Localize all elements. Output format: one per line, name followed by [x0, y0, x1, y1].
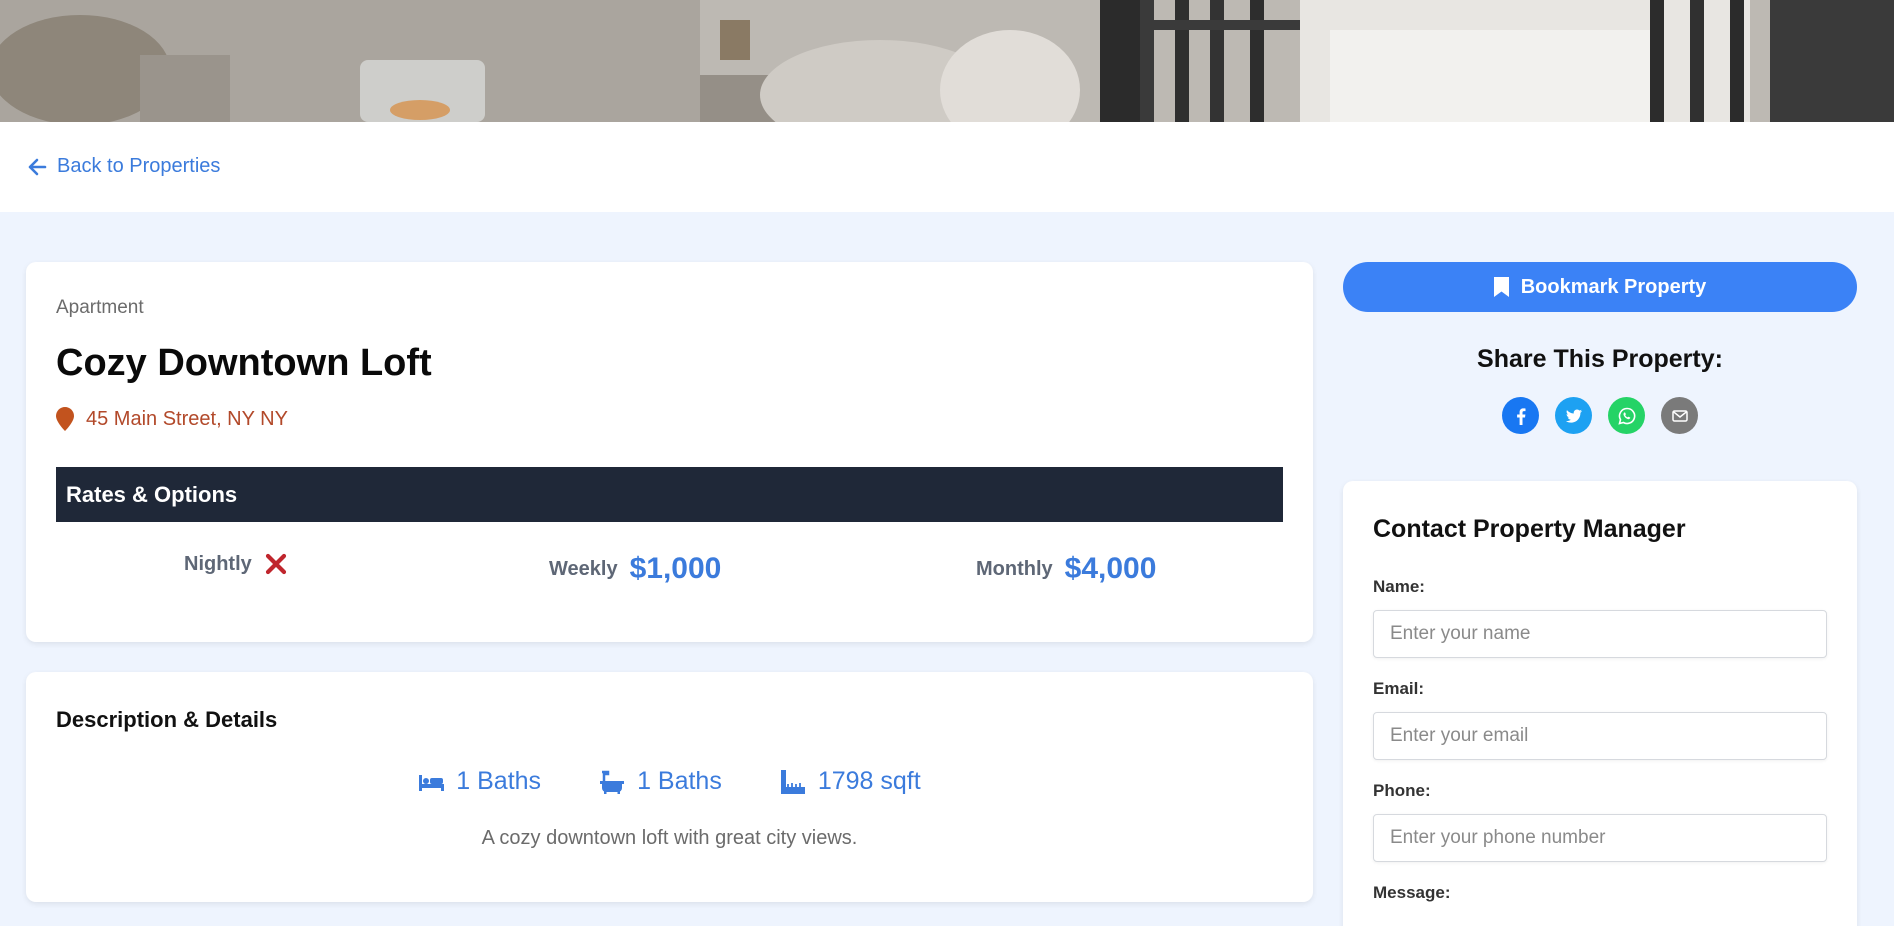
bookmark-property-button[interactable]: Bookmark Property — [1343, 262, 1857, 312]
map-marker-icon — [56, 407, 74, 431]
message-label: Message: — [1373, 883, 1451, 902]
twitter-icon — [1565, 409, 1582, 423]
property-title: Cozy Downtown Loft — [56, 342, 432, 384]
facebook-share-button[interactable] — [1502, 397, 1539, 434]
property-facts: 1 Baths 1 Baths 1798 sqft — [26, 767, 1313, 796]
unavailable-x-icon — [265, 553, 286, 575]
fact-baths-text: 1 Baths — [637, 767, 722, 795]
description-title: Description & Details — [56, 707, 278, 732]
property-type: Apartment — [56, 297, 144, 318]
contact-title: Contact Property Manager — [1373, 515, 1686, 543]
facebook-icon — [1516, 407, 1525, 425]
rate-monthly: Monthly $4,000 — [976, 552, 1156, 586]
email-share-button[interactable] — [1661, 397, 1698, 434]
rate-monthly-value: $4,000 — [1064, 552, 1157, 585]
rate-nightly-label: Nightly — [184, 552, 252, 575]
name-label: Name: — [1373, 577, 1425, 596]
fact-beds: 1 Baths — [418, 767, 541, 796]
whatsapp-share-button[interactable] — [1608, 397, 1645, 434]
share-icons — [1343, 397, 1857, 434]
property-card: Apartment Cozy Downtown Loft 45 Main Str… — [26, 262, 1313, 642]
name-input[interactable] — [1373, 610, 1827, 658]
contact-card: Contact Property Manager Name: Email: Ph… — [1343, 481, 1857, 926]
rate-nightly: Nightly — [184, 552, 288, 576]
fact-area-text: 1798 sqft — [817, 767, 921, 795]
back-bar — [0, 122, 1894, 212]
email-input[interactable] — [1373, 712, 1827, 760]
bath-icon — [600, 770, 625, 794]
bookmark-label: Bookmark Property — [1520, 275, 1707, 298]
rate-weekly-value: $1,000 — [629, 552, 722, 585]
arrow-left-icon — [28, 158, 47, 175]
location-text: 45 Main Street, NY NY — [86, 407, 288, 430]
fact-area: 1798 sqft — [780, 767, 921, 796]
description-text: A cozy downtown loft with great city vie… — [481, 827, 858, 849]
share-title: Share This Property: — [1477, 345, 1723, 373]
phone-input[interactable] — [1373, 814, 1827, 862]
back-link-label: Back to Properties — [57, 155, 221, 177]
description-card: Description & Details 1 Baths 1 Baths 17… — [26, 672, 1313, 902]
bookmark-icon — [1493, 277, 1509, 297]
twitter-share-button[interactable] — [1555, 397, 1592, 434]
phone-label: Phone: — [1373, 781, 1431, 800]
hero-image — [0, 0, 1894, 122]
fact-beds-text: 1 Baths — [456, 767, 542, 795]
ruler-area-icon — [780, 769, 805, 794]
property-location: 45 Main Street, NY NY — [56, 407, 288, 431]
rates-header: Rates & Options — [56, 467, 1283, 522]
email-icon — [1671, 409, 1688, 422]
bed-icon — [419, 774, 445, 791]
rate-weekly: Weekly $1,000 — [549, 552, 721, 586]
back-to-properties-link[interactable]: Back to Properties — [27, 155, 220, 178]
whatsapp-icon — [1617, 407, 1635, 425]
fact-baths: 1 Baths — [599, 767, 722, 796]
rate-monthly-label: Monthly — [976, 557, 1053, 580]
email-label: Email: — [1373, 679, 1425, 698]
rate-weekly-label: Weekly — [549, 557, 618, 580]
